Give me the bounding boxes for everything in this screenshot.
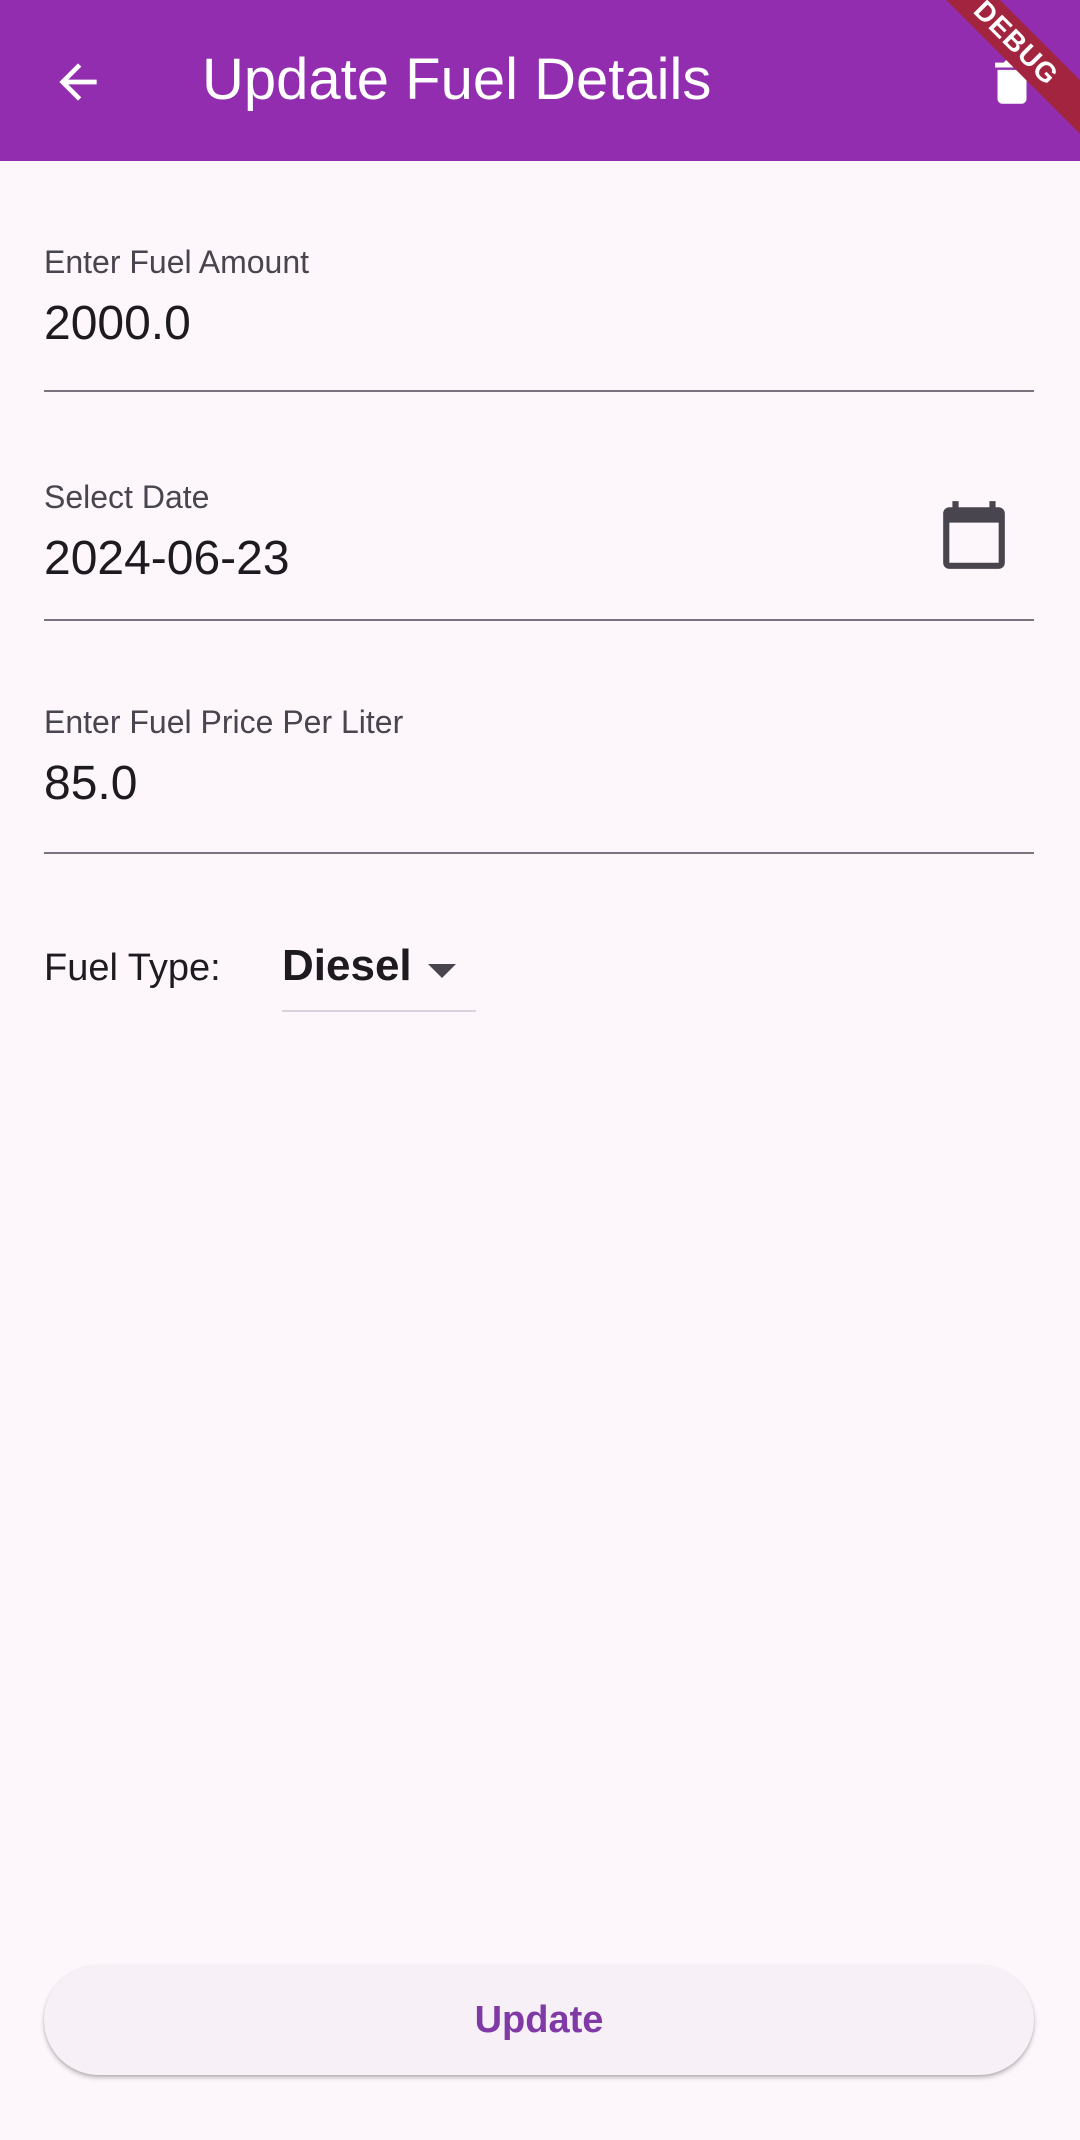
fuel-type-underline — [282, 1010, 476, 1012]
back-button[interactable] — [42, 46, 114, 118]
fuel-amount-underline — [44, 390, 1034, 392]
app-bar: Update Fuel Details DEBUG — [0, 0, 1080, 161]
arrow-back-icon — [59, 63, 97, 101]
page-title: Update Fuel Details — [202, 47, 712, 112]
calendar-icon — [943, 501, 1005, 569]
date-underline — [44, 619, 1034, 621]
price-per-liter-input[interactable]: 85.0 — [44, 756, 904, 812]
date-label: Select Date — [44, 479, 210, 515]
fuel-amount-input[interactable]: 2000.0 — [44, 296, 904, 352]
update-button-label: Update — [474, 1998, 604, 2041]
dropdown-arrow-icon — [428, 964, 456, 978]
price-per-liter-field[interactable]: Enter Fuel Price Per Liter 85.0 — [44, 700, 1034, 858]
date-input[interactable]: 2024-06-23 — [44, 531, 904, 587]
fuel-type-selected: Diesel — [282, 941, 412, 990]
fuel-type-dropdown[interactable]: Diesel — [282, 930, 476, 1012]
price-per-liter-label: Enter Fuel Price Per Liter — [44, 704, 404, 740]
date-field[interactable]: Select Date 2024-06-23 — [44, 475, 1034, 625]
fuel-amount-label: Enter Fuel Amount — [44, 244, 310, 280]
fuel-amount-field[interactable]: Enter Fuel Amount 2000.0 — [44, 240, 1034, 398]
fuel-type-label: Fuel Type: — [44, 947, 221, 989]
update-button[interactable]: Update — [44, 1965, 1034, 2075]
update-fuel-screen: Update Fuel Details DEBUG Enter Fuel Amo… — [0, 0, 1080, 2140]
price-per-liter-underline — [44, 852, 1034, 854]
calendar-button[interactable] — [934, 495, 1014, 575]
